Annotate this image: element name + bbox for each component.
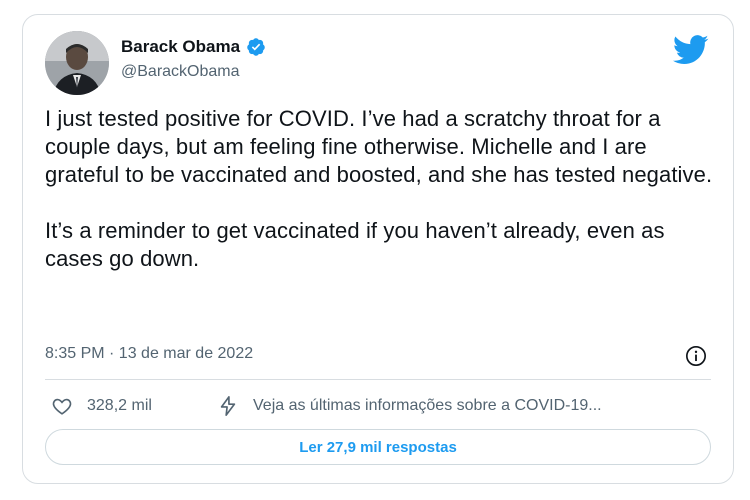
like-button[interactable]: 328,2 mil [51, 395, 152, 417]
user-name-row: Barack Obama [121, 37, 266, 57]
read-replies-button[interactable]: Ler 27,9 mil respostas [45, 429, 711, 465]
tweet-card: Barack Obama @BarackObama I just tested … [22, 14, 734, 484]
user-name[interactable]: Barack Obama [121, 37, 240, 57]
avatar-portrait [45, 31, 109, 95]
divider [45, 379, 711, 380]
tweet-timestamp[interactable]: 8:35 PM · 13 de mar de 2022 [45, 345, 253, 363]
covid-info-text: Veja as últimas informações sobre a COVI… [253, 397, 602, 414]
heart-icon [52, 398, 72, 415]
user-handle[interactable]: @BarackObama [121, 63, 240, 81]
tweet-paragraph-2: It’s a reminder to get vaccinated if you… [45, 218, 665, 271]
avatar[interactable] [45, 31, 109, 95]
like-count: 328,2 mil [87, 397, 152, 414]
tweet-paragraph-1: I just tested positive for COVID. I’ve h… [45, 106, 713, 187]
lightning-icon [220, 396, 236, 416]
twitter-bird-icon[interactable] [673, 35, 709, 65]
action-row: 328,2 mil Veja as últimas informações so… [45, 395, 713, 419]
covid-info-link[interactable]: Veja as últimas informações sobre a COVI… [217, 395, 602, 417]
verified-badge-icon [247, 38, 265, 56]
info-icon[interactable] [685, 345, 707, 367]
tweet-text: I just tested positive for COVID. I’ve h… [45, 105, 713, 301]
